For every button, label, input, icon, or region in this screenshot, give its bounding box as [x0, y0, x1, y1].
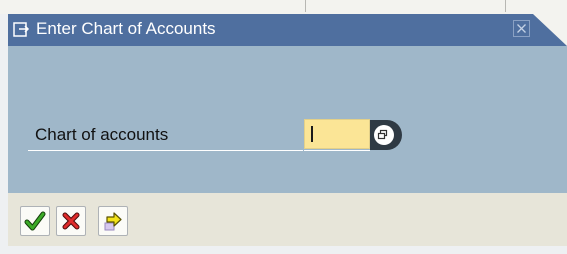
- dialog-arrow-icon: [13, 21, 31, 39]
- enter-chart-of-accounts-dialog: Enter Chart of Accounts Chart of account…: [8, 14, 567, 246]
- dialog-content: Chart of accounts: [8, 46, 567, 193]
- label-underline: [28, 150, 303, 151]
- chart-of-accounts-label: Chart of accounts: [35, 125, 169, 144]
- cancel-button[interactable]: [56, 206, 86, 236]
- continue-button[interactable]: [20, 206, 50, 236]
- chart-of-accounts-input[interactable]: [304, 119, 370, 149]
- input-underline: [304, 150, 370, 151]
- titlebar-corner: [533, 14, 567, 46]
- close-button[interactable]: [513, 20, 530, 37]
- dialog-title: Enter Chart of Accounts: [36, 19, 216, 38]
- other-button[interactable]: [98, 206, 128, 236]
- x-icon: [62, 212, 80, 230]
- dialog-toolbar: [8, 193, 567, 246]
- close-icon: [517, 24, 526, 33]
- background-divider: [505, 0, 506, 12]
- arrow-right-icon: [104, 212, 122, 231]
- search-help-button[interactable]: [370, 120, 402, 150]
- f4-search-help-icon: [374, 125, 394, 145]
- dialog-titlebar: Enter Chart of Accounts: [8, 14, 567, 46]
- text-cursor: [311, 126, 313, 142]
- background-window-strip: [0, 0, 567, 14]
- background-divider: [305, 0, 306, 12]
- checkmark-icon: [24, 211, 46, 231]
